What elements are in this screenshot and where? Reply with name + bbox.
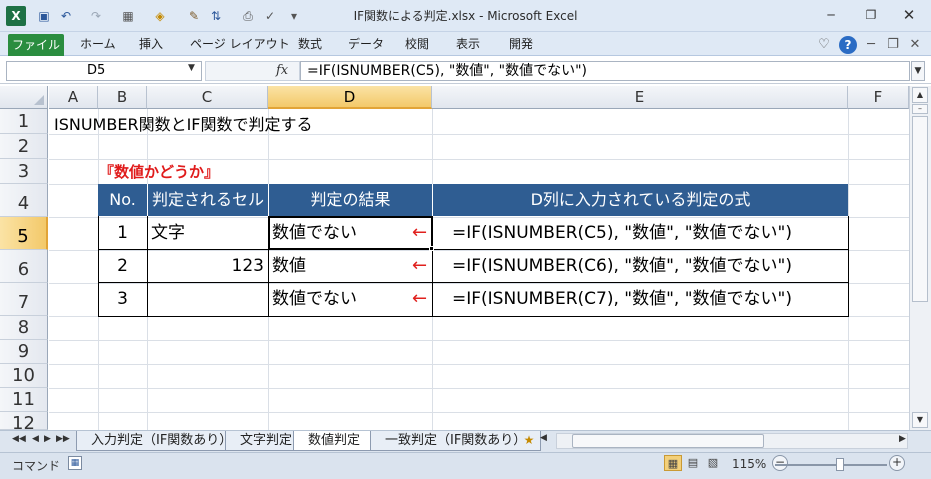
table-cell-no[interactable]: 2 [98,250,147,282]
column-header-e[interactable]: E [432,86,848,109]
arrow-left-icon: ← [412,255,428,276]
last-sheet-icon[interactable]: ▶▶ [56,434,70,444]
table-header-divider [147,184,148,216]
arrow-left-icon: ← [412,222,428,243]
zoom-in-icon[interactable]: + [889,455,905,471]
row-header-8[interactable]: 8 [0,316,48,340]
tab-data[interactable]: データ [348,36,384,52]
table-cell-result[interactable]: 数値でない [272,283,357,315]
tab-insert[interactable]: 挿入 [139,36,163,52]
scroll-up-icon[interactable]: ▲ [912,87,928,103]
table-cell-result[interactable]: 数値 [272,250,306,282]
insert-function-icon[interactable]: fx [276,63,288,78]
gridline [49,159,909,160]
column-header-b[interactable]: B [98,86,147,109]
page-layout-view-icon[interactable]: ▤ [684,455,702,471]
row-header-12[interactable]: 12 [0,412,48,430]
gridline [49,388,909,389]
workbook-minimize-icon[interactable]: ─ [862,36,880,54]
page-break-view-icon[interactable]: ▧ [704,455,722,471]
split-handle[interactable]: – [912,104,928,114]
next-sheet-icon[interactable]: ▶ [44,434,51,444]
horizontal-scroll-thumb[interactable] [572,434,764,448]
table-header-divider [432,184,433,216]
cell-b3-section-title[interactable]: 『数値かどうか』 [99,162,219,182]
window-title: IF関数による判定.xlsx - Microsoft Excel [353,9,578,23]
row-header-11[interactable]: 11 [0,388,48,412]
first-sheet-icon[interactable]: ◀◀ [12,434,26,444]
sheet-tab-active[interactable]: 数値判定 [293,431,376,451]
tab-formulas[interactable]: 数式 [298,36,322,52]
table-cell-formula[interactable]: =IF(ISNUMBER(C5), "数値", "数値でない") [452,217,792,249]
close-icon[interactable]: ✕ [896,6,922,24]
arrow-left-icon: ← [412,288,428,309]
vertical-scroll-thumb[interactable] [912,116,928,302]
table-header-result[interactable]: 判定の結果 [269,184,432,216]
zoom-slider-knob[interactable] [836,458,844,471]
tab-view[interactable]: 表示 [456,36,480,52]
restore-icon[interactable]: ❐ [858,6,884,24]
formula-input[interactable]: =IF(ISNUMBER(C5), "数値", "数値でない") [300,61,910,81]
row-header-2[interactable]: 2 [0,134,48,159]
table-header-divider [268,184,269,216]
expand-formula-bar-icon[interactable]: ▼ [911,61,925,81]
table-cell-formula[interactable]: =IF(ISNUMBER(C7), "数値", "数値でない") [452,283,792,315]
gridline [49,364,909,365]
row-header-1[interactable]: 1 [0,109,48,134]
column-header-a[interactable]: A [49,86,98,109]
column-header-f[interactable]: F [848,86,909,109]
column-header-c[interactable]: C [147,86,268,109]
scroll-right-icon[interactable]: ▶ [899,434,906,444]
zoom-out-icon[interactable]: − [772,455,788,471]
tab-file[interactable]: ファイル [8,34,64,56]
gridline [49,340,909,341]
insert-sheet-icon[interactable]: ★ [521,433,537,448]
tab-review[interactable]: 校閲 [405,36,429,52]
gridline [49,412,909,413]
cell-a1[interactable]: ISNUMBER関数とIF関数で判定する [54,115,313,135]
row-header-7[interactable]: 7 [0,283,48,316]
row-header-10[interactable]: 10 [0,364,48,388]
sheet-tab[interactable]: 入力判定（IF関数あり） [76,431,248,451]
sheet-tab[interactable]: 一致判定（IF関数あり） [370,431,542,451]
zoom-level[interactable]: 115% [732,457,766,471]
status-mode: コマンド [12,459,61,473]
tab-developer[interactable]: 開発 [509,36,533,52]
macro-record-icon[interactable]: ▦ [68,456,82,470]
table-header-formula[interactable]: D列に入力されている判定の式 [433,184,848,216]
tab-scroll-handle[interactable]: ◀ [540,433,547,443]
table-cell-target[interactable]: 123 [148,250,264,282]
tab-home[interactable]: ホーム [80,36,116,52]
minimize-ribbon-icon[interactable]: ♡ [815,36,833,54]
table-cell-result[interactable]: 数値でない [272,217,357,249]
table-cell-no[interactable]: 1 [98,217,147,249]
row-header-9[interactable]: 9 [0,340,48,364]
workbook-restore-icon[interactable]: ❐ [884,36,902,54]
table-cell-target[interactable]: 文字 [151,217,185,249]
row-header-3[interactable]: 3 [0,159,48,184]
tab-page-layout[interactable]: ページ レイアウト [190,36,290,52]
row-header-5[interactable]: 5 [0,217,48,250]
fill-handle[interactable] [429,246,434,251]
table-cell-no[interactable]: 3 [98,283,147,315]
name-box[interactable]: D5 [6,61,202,81]
row-header-6[interactable]: 6 [0,250,48,283]
table-cell-formula[interactable]: =IF(ISNUMBER(C6), "数値", "数値でない") [452,250,792,282]
column-header-d[interactable]: D [268,86,432,109]
prev-sheet-icon[interactable]: ◀ [32,434,39,444]
table-header-no[interactable]: No. [98,184,147,216]
row-header-4[interactable]: 4 [0,184,48,217]
help-icon[interactable]: ? [839,36,857,54]
scroll-down-icon[interactable]: ▼ [912,412,928,428]
minimize-icon[interactable]: ─ [818,6,844,24]
zoom-slider-track[interactable] [775,464,887,466]
table-header-cell[interactable]: 判定されるセル [148,184,268,216]
chevron-down-icon[interactable]: ▼ [188,63,195,73]
workbook-close-icon[interactable]: ✕ [906,36,924,54]
normal-view-icon[interactable]: ▦ [664,455,682,471]
select-all-corner[interactable] [0,86,48,109]
